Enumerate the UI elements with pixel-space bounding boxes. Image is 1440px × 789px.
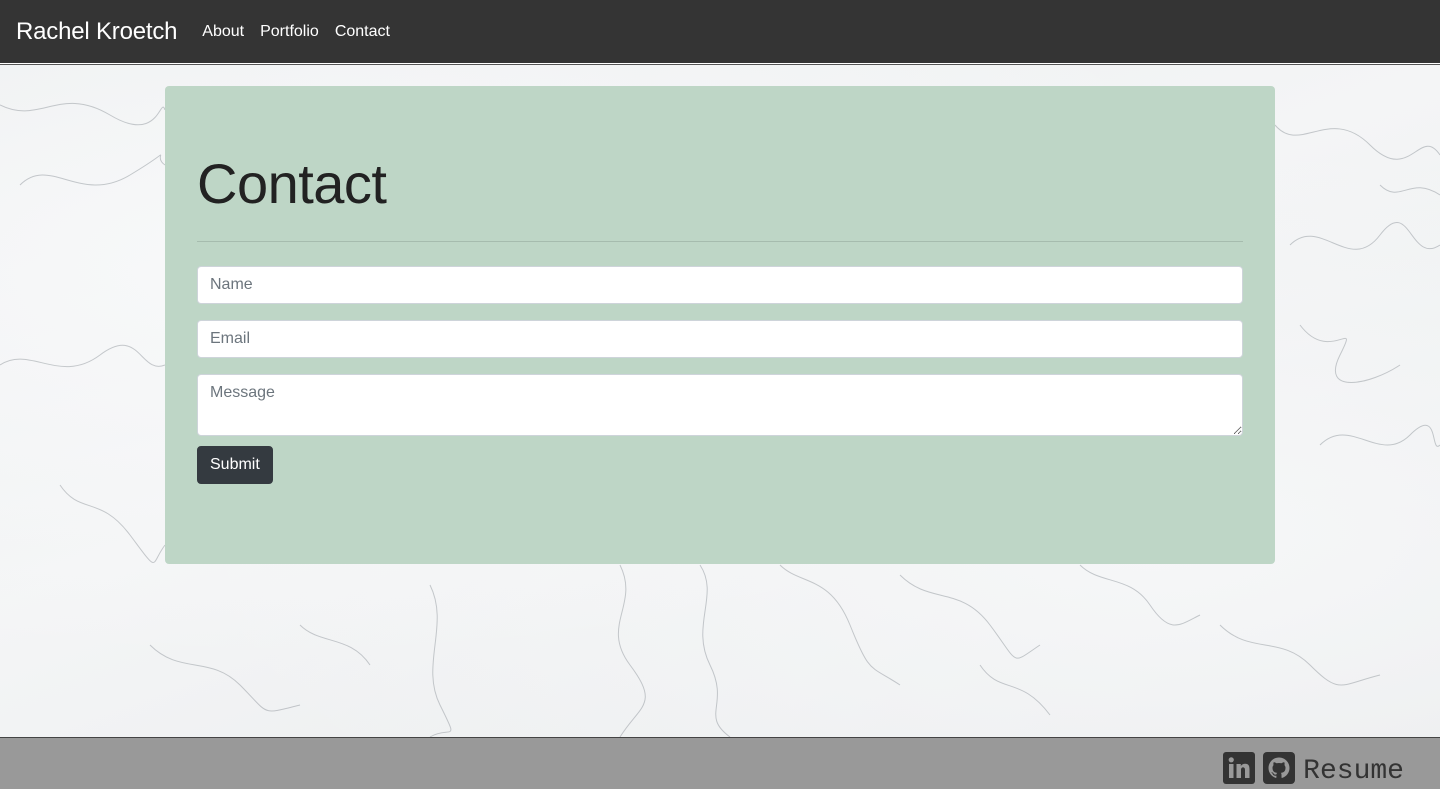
email-input[interactable] <box>197 320 1243 358</box>
footer: Resume <box>0 737 1440 789</box>
name-input[interactable] <box>197 266 1243 304</box>
resume-link[interactable]: Resume <box>1303 756 1404 787</box>
contact-card: Contact Submit <box>165 86 1275 564</box>
nav-link-about[interactable]: About <box>202 23 244 41</box>
navbar-divider <box>0 63 1440 65</box>
page-title: Contact <box>197 152 387 215</box>
brand-link[interactable]: Rachel Kroetch <box>16 18 177 46</box>
title-divider <box>197 241 1243 242</box>
top-navbar: Rachel Kroetch About Portfolio Contact <box>0 0 1440 63</box>
linkedin-icon[interactable] <box>1223 751 1256 784</box>
github-icon[interactable] <box>1263 751 1296 784</box>
submit-button[interactable]: Submit <box>197 446 273 484</box>
message-textarea[interactable] <box>197 374 1243 436</box>
footer-links: Resume <box>1223 748 1404 787</box>
nav-link-portfolio[interactable]: Portfolio <box>260 23 319 41</box>
nav-link-contact[interactable]: Contact <box>335 23 390 41</box>
